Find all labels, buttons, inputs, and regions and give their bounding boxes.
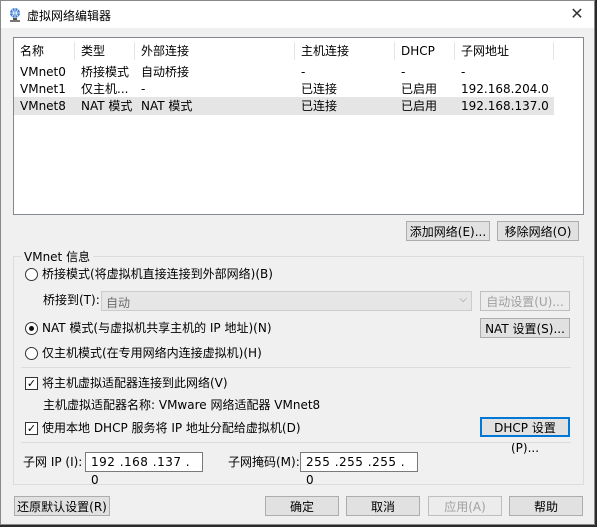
network-list[interactable]: 名称 类型 外部连接 主机连接 DHCP 子网地址 VMnet0 桥接模式 自动… <box>13 37 584 215</box>
cell-external: NAT 模式 <box>141 99 193 113</box>
column-separator[interactable] <box>454 42 455 60</box>
network-globe-icon <box>10 8 20 22</box>
subnet-mask-label: 子网掩码(M): <box>228 455 300 469</box>
cell-type: 桥接模式 <box>81 65 130 79</box>
adapter-name-text: 主机虚拟适配器名称: VMware 网络适配器 VMnet8 <box>43 398 321 412</box>
divider <box>21 442 571 443</box>
column-header-name[interactable]: 名称 <box>20 42 44 60</box>
restore-defaults-button[interactable]: 还原默认设置(R) <box>14 496 110 516</box>
column-separator[interactable] <box>553 42 554 60</box>
column-header-external[interactable]: 外部连接 <box>141 42 189 60</box>
column-separator[interactable] <box>74 42 75 60</box>
cell-subnet: 192.168.204.0 <box>461 82 549 96</box>
apply-button[interactable]: 应用(A) <box>428 496 502 516</box>
dhcp-settings-button[interactable]: DHCP 设置(P)... <box>480 417 570 455</box>
close-button[interactable]: ✕ <box>566 5 588 23</box>
bridged-mode-label[interactable]: 桥接模式(将虚拟机直接连接到外部网络)(B) <box>42 266 273 282</box>
column-header-type[interactable]: 类型 <box>81 42 105 60</box>
cell-subnet: 192.168.137.0 <box>461 99 549 113</box>
dhcp-label[interactable]: 使用本地 DHCP 服务将 IP 地址分配给虚拟机(D) <box>42 420 301 436</box>
virtual-network-editor-window: 虚拟网络编辑器 ✕ 名称 类型 外部连接 主机连接 DHCP 子网地址 VMne… <box>0 0 595 525</box>
column-separator[interactable] <box>294 42 295 60</box>
nat-settings-button[interactable]: NAT 设置(S)... <box>480 318 570 338</box>
cancel-button[interactable]: 取消 <box>346 496 420 516</box>
cell-external: 自动桥接 <box>141 65 190 79</box>
cell-name: VMnet1 <box>20 82 66 96</box>
cell-host: 已连接 <box>301 82 338 96</box>
title-bar: 虚拟网络编辑器 ✕ <box>1 1 594 28</box>
cell-external: - <box>141 82 146 96</box>
bridged-to-value: 自动 <box>106 296 131 310</box>
subnet-mask-input[interactable]: 255 .255 .255 . 0 <box>300 452 418 487</box>
list-header: 名称 类型 外部连接 主机连接 DHCP 子网地址 <box>14 42 554 60</box>
cell-name: VMnet8 <box>20 99 66 113</box>
vmnet-info-label: VMnet 信息 <box>21 248 94 265</box>
column-separator[interactable] <box>134 42 135 60</box>
help-button[interactable]: 帮助 <box>509 496 583 516</box>
connect-adapter-label[interactable]: 将主机虚拟适配器连接到此网络(V) <box>42 375 228 391</box>
column-header-subnet[interactable]: 子网地址 <box>461 42 509 60</box>
cell-dhcp: - <box>401 65 406 79</box>
subnet-ip-label: 子网 IP (I): <box>23 455 83 469</box>
dhcp-checkbox[interactable]: ✓ <box>25 422 38 435</box>
add-network-button[interactable]: 添加网络(E)... <box>406 221 490 241</box>
cell-dhcp: 已启用 <box>401 82 438 96</box>
bridged-mode-radio[interactable] <box>25 268 38 281</box>
chevron-down-icon: ⌵ <box>459 294 467 305</box>
bridged-to-label: 桥接到(T): <box>43 293 100 307</box>
window-title: 虚拟网络编辑器 <box>27 9 112 23</box>
table-row-vmnet8[interactable]: VMnet8 NAT 模式 NAT 模式 已连接 已启用 192.168.137… <box>14 97 554 115</box>
subnet-ip-input[interactable]: 192 .168 .137 . 0 <box>85 452 203 487</box>
table-row-vmnet1[interactable]: VMnet1 仅主机... - 已连接 已启用 192.168.204.0 <box>14 80 554 98</box>
bridged-to-select[interactable]: 自动 ⌵ <box>101 291 472 311</box>
host-only-mode-radio[interactable] <box>25 347 38 360</box>
auto-settings-button[interactable]: 自动设置(U)... <box>480 291 570 311</box>
cell-host: 已连接 <box>301 99 338 113</box>
table-row-vmnet0[interactable]: VMnet0 桥接模式 自动桥接 - - - <box>14 63 554 81</box>
cell-dhcp: 已启用 <box>401 99 438 113</box>
cell-host: - <box>301 65 306 79</box>
cell-name: VMnet0 <box>20 65 66 79</box>
nat-mode-radio[interactable] <box>25 322 38 335</box>
cell-type: 仅主机... <box>81 82 129 96</box>
cell-type: NAT 模式 <box>81 99 133 113</box>
nat-mode-label[interactable]: NAT 模式(与虚拟机共享主机的 IP 地址)(N) <box>42 320 272 336</box>
divider <box>21 367 571 368</box>
column-separator[interactable] <box>394 42 395 60</box>
host-only-mode-label[interactable]: 仅主机模式(在专用网络内连接虚拟机)(H) <box>42 345 262 361</box>
ok-button[interactable]: 确定 <box>265 496 339 516</box>
cell-subnet: - <box>461 65 466 79</box>
connect-adapter-checkbox[interactable]: ✓ <box>25 377 38 390</box>
remove-network-button[interactable]: 移除网络(O) <box>497 221 579 241</box>
column-header-host[interactable]: 主机连接 <box>301 42 349 60</box>
column-header-dhcp[interactable]: DHCP <box>401 42 435 60</box>
